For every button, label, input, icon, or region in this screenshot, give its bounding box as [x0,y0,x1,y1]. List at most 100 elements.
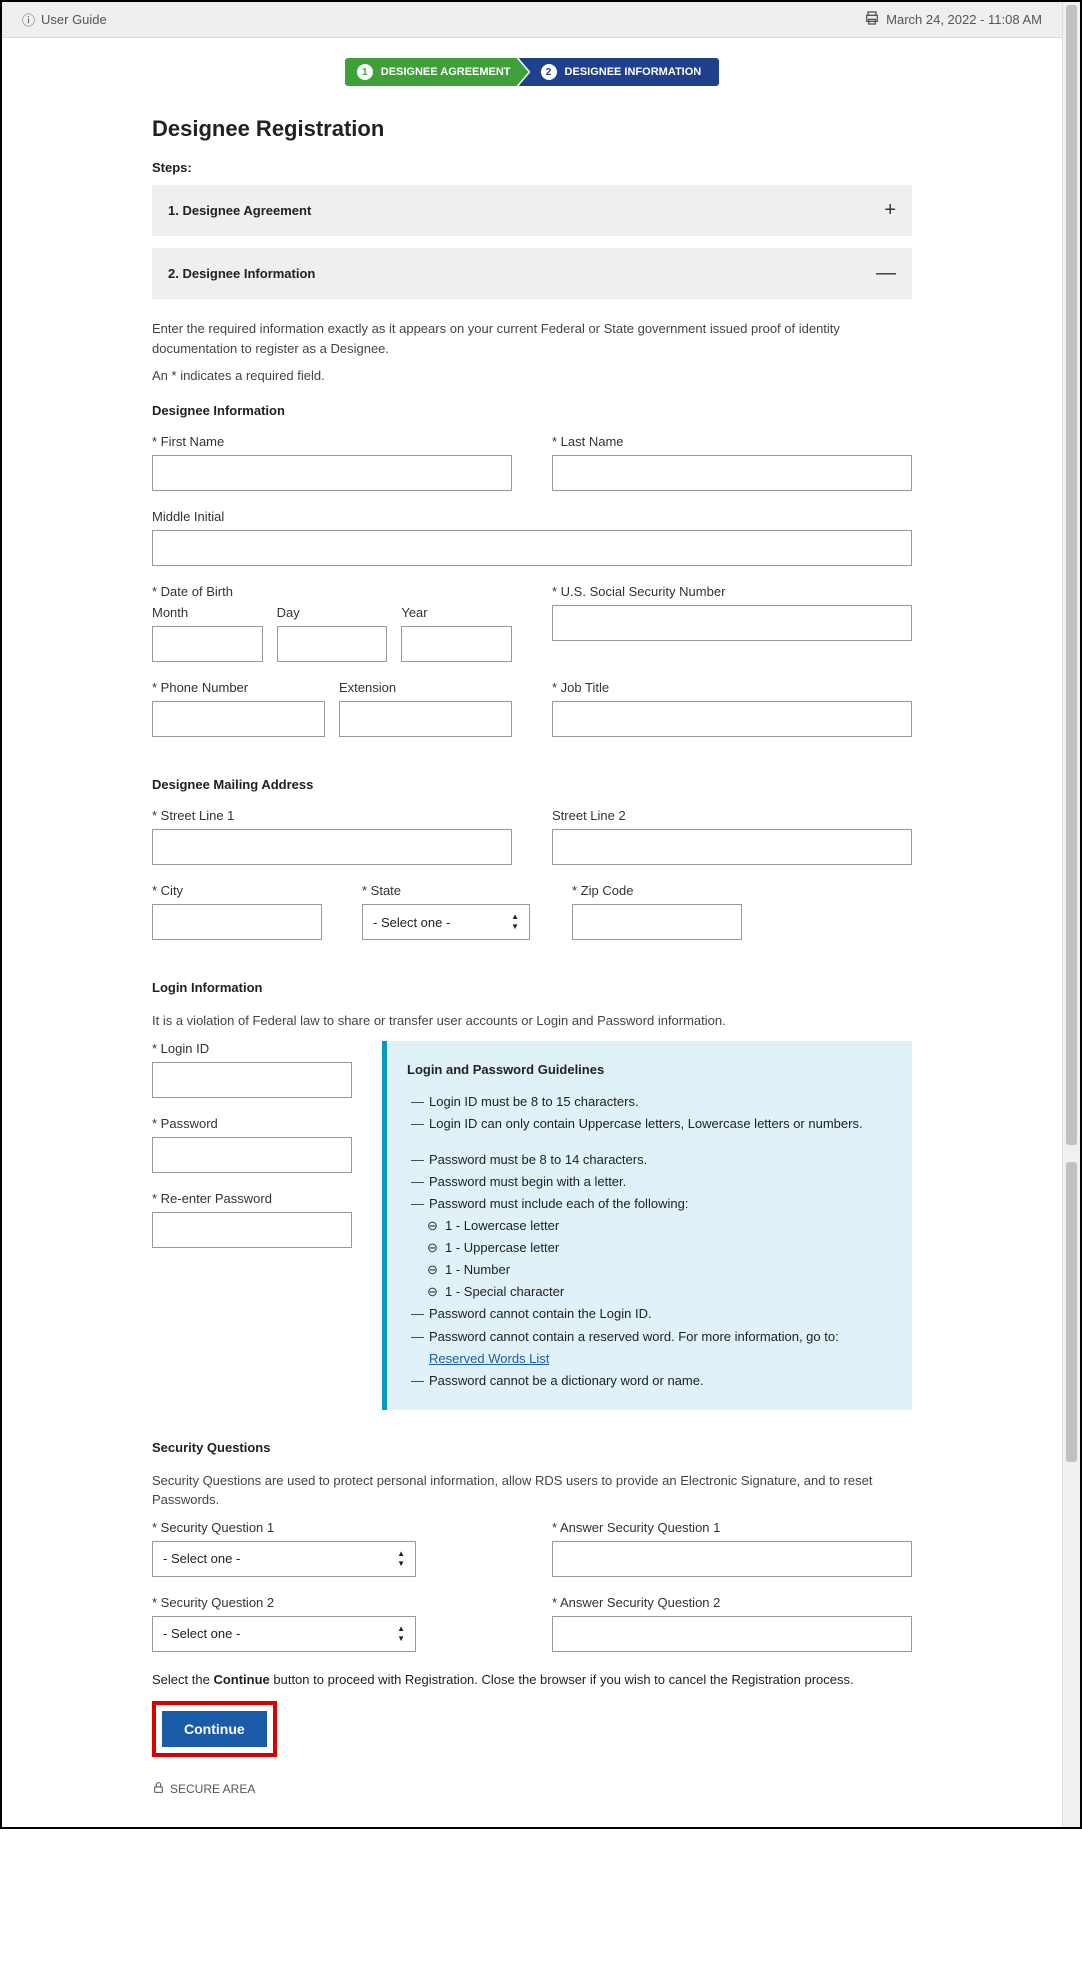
text: Last Name [561,434,624,449]
guideline-item: Password must include each of the follow… [411,1193,892,1215]
continue-button[interactable]: Continue [162,1711,267,1747]
login-id-input[interactable] [152,1062,352,1098]
highlight-box: Continue [152,1701,277,1757]
extension-label: Extension [339,680,512,695]
text: Zip Code [581,883,634,898]
user-guide-link[interactable]: User Guide [41,12,107,27]
step-label: DESIGNEE AGREEMENT [381,66,511,78]
progress-stepper: 1 DESIGNEE AGREEMENT 2 DESIGNEE INFORMAT… [2,58,1062,86]
required-field-note: An * indicates a required field. [152,368,912,383]
guideline-item: Login ID can only contain Uppercase lett… [411,1113,892,1135]
first-name-label: * First Name [152,434,512,449]
accordion-designee-agreement[interactable]: 1. Designee Agreement + [152,185,912,236]
text: Password [161,1116,218,1131]
accordion-designee-information[interactable]: 2. Designee Information — [152,248,912,299]
month-label: Month [152,605,263,620]
chevron-updown-icon [511,912,519,932]
guideline-subitem: 1 - Uppercase letter [411,1237,892,1259]
step-designee-information: 2 DESIGNEE INFORMATION [519,58,720,86]
aq1-label: * Answer Security Question 1 [552,1520,912,1535]
state-label: * State [362,883,532,898]
ssn-label: * U.S. Social Security Number [552,584,912,599]
scrollbar-thumb[interactable] [1066,1162,1077,1462]
top-bar: ⓘ User Guide March 24, 2022 - 11:08 AM [2,2,1062,38]
select-value: - Select one - [163,1626,240,1641]
plus-icon: + [884,199,896,222]
step-number: 2 [541,64,557,80]
guideline-item: Password cannot contain a reserved word.… [411,1326,892,1370]
job-title-label: * Job Title [552,680,912,695]
street2-label: Street Line 2 [552,808,912,823]
text: State [371,883,401,898]
sq1-select[interactable]: - Select one - [152,1541,416,1577]
dob-month-input[interactable] [152,626,263,662]
guideline-subitem: 1 - Lowercase letter [411,1215,892,1237]
last-name-input[interactable] [552,455,912,491]
page-title: Designee Registration [152,116,912,142]
guideline-subitem: 1 - Special character [411,1281,892,1303]
scrollbar[interactable] [1062,2,1080,1827]
street2-input[interactable] [552,829,912,865]
text: Security Question 2 [161,1595,274,1610]
city-label: * City [152,883,322,898]
state-select[interactable]: - Select one - [362,904,530,940]
sq2-select[interactable]: - Select one - [152,1616,416,1652]
text: Answer Security Question 2 [560,1595,720,1610]
text: Date of Birth [161,584,233,599]
text: Job Title [561,680,609,695]
text: Re-enter Password [161,1191,272,1206]
aq2-label: * Answer Security Question 2 [552,1595,912,1610]
job-title-input[interactable] [552,701,912,737]
middle-initial-label: Middle Initial [152,509,912,524]
dob-label: * Date of Birth [152,584,512,599]
timestamp: March 24, 2022 - 11:08 AM [886,12,1042,27]
secure-area: SECURE AREA [152,1781,912,1797]
login-law-note: It is a violation of Federal law to shar… [152,1011,912,1031]
step-number: 1 [357,64,373,80]
login-id-label: * Login ID [152,1041,352,1056]
first-name-input[interactable] [152,455,512,491]
text: City [161,883,183,898]
intro-text: Enter the required information exactly a… [152,319,912,358]
reenter-password-input[interactable] [152,1212,352,1248]
street1-input[interactable] [152,829,512,865]
text: U.S. Social Security Number [561,584,726,599]
zip-label: * Zip Code [572,883,742,898]
password-label: * Password [152,1116,352,1131]
continue-note: Select the Continue button to proceed wi… [152,1672,912,1687]
login-guidelines-panel: Login and Password Guidelines Login ID m… [382,1041,912,1410]
guideline-item: Login ID must be 8 to 15 characters. [411,1091,892,1113]
reenter-password-label: * Re-enter Password [152,1191,352,1206]
reserved-words-link[interactable]: Reserved Words List [429,1351,549,1366]
lock-icon [152,1781,165,1797]
aq2-input[interactable] [552,1616,912,1652]
middle-initial-input[interactable] [152,530,912,566]
security-intro: Security Questions are used to protect p… [152,1471,912,1510]
section-designee-information: Designee Information [152,403,912,418]
text: Login ID [161,1041,209,1056]
section-mailing-address: Designee Mailing Address [152,777,912,792]
scrollbar-thumb[interactable] [1066,5,1077,1145]
ssn-input[interactable] [552,605,912,641]
text: Phone Number [161,680,248,695]
year-label: Year [401,605,512,620]
secure-area-text: SECURE AREA [170,1782,255,1796]
accordion-title: 1. Designee Agreement [168,203,311,218]
city-input[interactable] [152,904,322,940]
street1-label: * Street Line 1 [152,808,512,823]
dob-day-input[interactable] [277,626,388,662]
password-input[interactable] [152,1137,352,1173]
dob-year-input[interactable] [401,626,512,662]
text: Password cannot contain a reserved word.… [429,1329,839,1344]
day-label: Day [277,605,388,620]
guidelines-title: Login and Password Guidelines [407,1059,892,1081]
extension-input[interactable] [339,701,512,737]
print-icon[interactable] [864,10,880,29]
phone-input[interactable] [152,701,325,737]
step-label: DESIGNEE INFORMATION [565,66,702,78]
section-login-information: Login Information [152,980,912,995]
zip-input[interactable] [572,904,742,940]
text: Select the [152,1672,213,1687]
text: Continue [213,1672,269,1687]
aq1-input[interactable] [552,1541,912,1577]
